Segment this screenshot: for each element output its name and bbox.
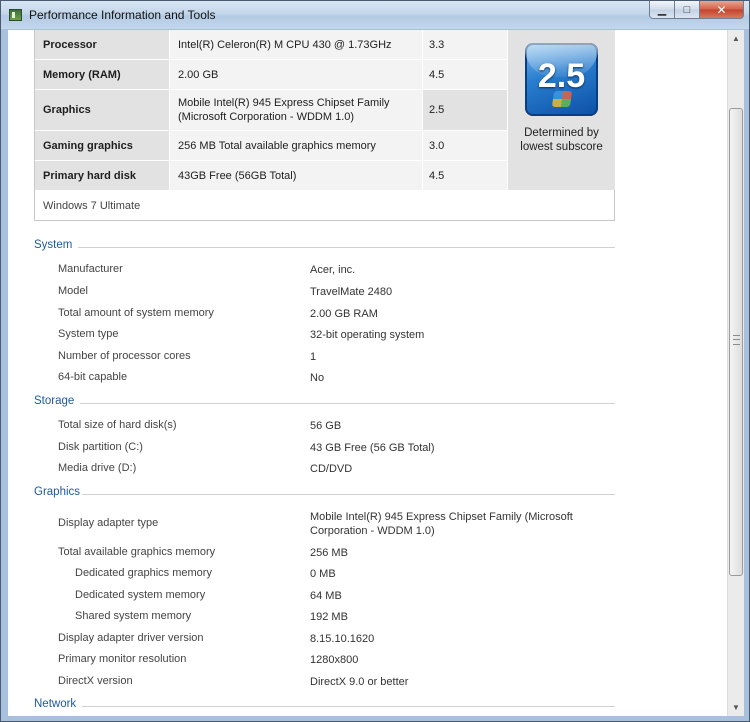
detail-label: 64-bit capable bbox=[58, 371, 128, 383]
scroll-down-arrow-icon[interactable]: ▼ bbox=[728, 699, 744, 716]
scrollbar-thumb[interactable] bbox=[729, 108, 743, 576]
detail-value: CD/DVD bbox=[310, 463, 353, 475]
subscore: 3.3 bbox=[423, 30, 507, 59]
detail-label: Total available graphics memory bbox=[58, 546, 216, 558]
component-detail: 2.00 GB bbox=[170, 60, 422, 89]
detail-value: 1280x800 bbox=[310, 654, 359, 666]
detail-value: TravelMate 2480 bbox=[310, 286, 393, 298]
detail-value: 2.00 GB RAM bbox=[310, 308, 378, 320]
detail-value: 32-bit operating system bbox=[310, 329, 425, 341]
section-divider bbox=[80, 403, 615, 404]
detail-value: 8.15.10.1620 bbox=[310, 633, 375, 645]
score-row-gaming-graphics: Gaming graphics 256 MB Total available g… bbox=[35, 131, 507, 160]
windows-edition: Windows 7 Ultimate bbox=[43, 200, 141, 212]
detail-label: Dedicated graphics memory bbox=[75, 567, 212, 579]
detail-value: 1 bbox=[310, 351, 317, 363]
detail-label: DirectX version bbox=[58, 675, 133, 687]
section-heading-storage: Storage bbox=[34, 395, 75, 407]
maximize-button[interactable]: □ bbox=[675, 1, 700, 19]
detail-label: Number of processor cores bbox=[58, 350, 191, 362]
detail-label: Display adapter type bbox=[58, 517, 159, 529]
detail-value: 43 GB Free (56 GB Total) bbox=[310, 442, 435, 454]
detail-label: Shared system memory bbox=[75, 610, 192, 622]
title-bar[interactable]: Performance Information and Tools ▁ □ ✕ bbox=[1, 1, 749, 29]
component-name: Graphics bbox=[35, 90, 169, 130]
subscore: 3.0 bbox=[423, 131, 507, 160]
detail-label: Disk partition (C:) bbox=[58, 441, 143, 453]
window-title: Performance Information and Tools bbox=[29, 8, 216, 22]
detail-value: DirectX 9.0 or better bbox=[310, 676, 409, 688]
detail-label: Primary monitor resolution bbox=[58, 653, 187, 665]
component-name: Gaming graphics bbox=[35, 131, 169, 160]
component-name: Primary hard disk bbox=[35, 161, 169, 190]
section-heading-graphics: Graphics bbox=[34, 486, 81, 498]
detail-value: Mobile Intel(R) 945 Express Chipset Fami… bbox=[310, 511, 573, 537]
subscore: 2.5 bbox=[423, 90, 507, 130]
score-table: Processor Intel(R) Celeron(R) M CPU 430 … bbox=[34, 30, 615, 221]
score-row-memory: Memory (RAM) 2.00 GB 4.5 bbox=[35, 60, 507, 89]
component-detail: 256 MB Total available graphics memory bbox=[170, 131, 422, 160]
detail-label: Dedicated system memory bbox=[75, 589, 206, 601]
detail-value: 0 MB bbox=[310, 568, 336, 580]
score-row-graphics: Graphics Mobile Intel(R) 945 Express Chi… bbox=[35, 90, 507, 130]
window-controls: ▁ □ ✕ bbox=[649, 1, 744, 19]
component-detail: 43GB Free (56GB Total) bbox=[170, 161, 422, 190]
detail-value: 256 MB bbox=[310, 547, 348, 559]
section-heading-network: Network bbox=[34, 698, 77, 710]
detail-value: 56 GB bbox=[310, 420, 342, 432]
vertical-scrollbar[interactable]: ▲ ▼ bbox=[727, 30, 744, 716]
section-divider bbox=[82, 706, 615, 707]
base-score-badge: 2.5 bbox=[525, 43, 598, 116]
section-divider bbox=[78, 247, 615, 248]
score-row-processor: Processor Intel(R) Celeron(R) M CPU 430 … bbox=[35, 30, 507, 59]
detail-label: System type bbox=[58, 328, 119, 340]
detail-label: Display adapter driver version bbox=[58, 632, 204, 644]
component-detail: Intel(R) Celeron(R) M CPU 430 @ 1.73GHz bbox=[170, 30, 422, 59]
detail-label: Model bbox=[58, 285, 88, 297]
section-heading-system: System bbox=[34, 239, 73, 251]
score-row-hard-disk: Primary hard disk 43GB Free (56GB Total)… bbox=[35, 161, 507, 190]
detail-label: Total size of hard disk(s) bbox=[58, 419, 177, 431]
detail-value: 192 MB bbox=[310, 611, 348, 623]
scrollbar-grip-icon bbox=[733, 335, 740, 345]
detail-value: 64 MB bbox=[310, 590, 342, 602]
performance-app-icon bbox=[9, 9, 22, 21]
performance-window: Performance Information and Tools ▁ □ ✕ … bbox=[0, 0, 750, 722]
detail-value: No bbox=[310, 372, 325, 384]
detail-label: Manufacturer bbox=[58, 263, 123, 275]
component-detail: Mobile Intel(R) 945 Express Chipset Fami… bbox=[170, 90, 422, 130]
base-score-note: Determined by lowest subscore bbox=[520, 127, 603, 153]
detail-label: Media drive (D:) bbox=[58, 462, 137, 474]
base-score-value: 2.5 bbox=[537, 57, 586, 95]
close-button[interactable]: ✕ bbox=[700, 1, 744, 19]
detail-value: Acer, inc. bbox=[310, 264, 356, 276]
base-score-panel: 2.5 Determined by lowest subscore bbox=[508, 30, 615, 190]
component-name: Processor bbox=[35, 30, 169, 59]
scroll-up-arrow-icon[interactable]: ▲ bbox=[728, 30, 744, 47]
section-divider bbox=[82, 494, 615, 495]
subscore: 4.5 bbox=[423, 161, 507, 190]
subscore: 4.5 bbox=[423, 60, 507, 89]
detail-label: Total amount of system memory bbox=[58, 307, 214, 319]
content-pane: Processor Intel(R) Celeron(R) M CPU 430 … bbox=[8, 30, 727, 716]
minimize-button[interactable]: ▁ bbox=[649, 1, 675, 19]
component-name: Memory (RAM) bbox=[35, 60, 169, 89]
